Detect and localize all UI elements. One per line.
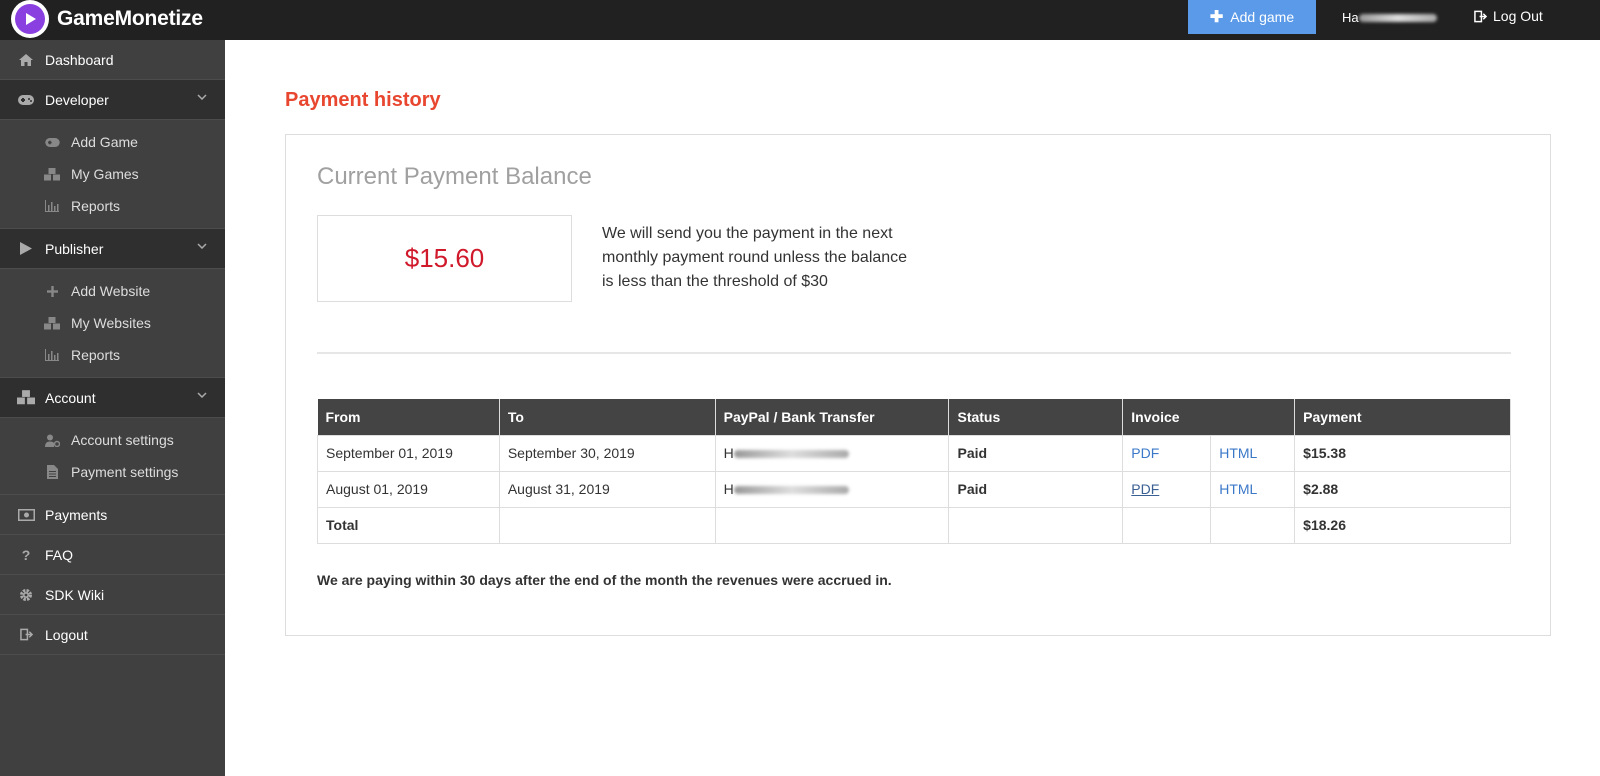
cell-to: September 30, 2019 (498, 434, 716, 472)
cell-to: August 31, 2019 (498, 470, 716, 508)
redacted-name (1358, 13, 1437, 22)
table-row: August 01, 2019 August 31, 2019 H Paid P… (317, 470, 1511, 508)
sign-out-icon (17, 628, 35, 641)
column-header-payment: Payment (1294, 399, 1511, 435)
chevron-down-icon (197, 243, 207, 249)
balance-amount: $15.60 (404, 243, 485, 273)
gear-icon (17, 588, 35, 602)
user-name[interactable]: Ha (1342, 10, 1437, 25)
balance-amount-box: $15.60 (317, 215, 572, 302)
sidebar-item-account[interactable]: Account (0, 378, 225, 418)
sidebar-item-payments[interactable]: Payments (0, 495, 225, 535)
cubes-icon (43, 316, 61, 330)
cell-status: Paid (948, 470, 1124, 508)
cell-from: September 01, 2019 (317, 434, 500, 472)
table-header-row: From To PayPal / Bank Transfer Status In… (317, 399, 1511, 435)
cubes-icon (43, 167, 61, 181)
sidebar-item-pub-reports[interactable]: Reports (0, 339, 225, 371)
sidebar-item-developer[interactable]: Developer (0, 80, 225, 120)
redacted-account (733, 450, 849, 459)
cell-invoice-pdf: PDF (1122, 470, 1212, 508)
cell-invoice-pdf: PDF (1122, 434, 1212, 472)
home-icon (17, 53, 35, 66)
payment-panel: Current Payment Balance $15.60 We will s… (285, 134, 1551, 636)
plus-icon (43, 285, 61, 297)
table-total-row: Total $18.26 (317, 506, 1511, 544)
cell-from: August 01, 2019 (317, 470, 500, 508)
invoice-html-link[interactable]: HTML (1219, 481, 1257, 497)
top-bar: GameMonetize ✚ Add game Ha Log Out (0, 0, 1600, 40)
cubes-icon (17, 390, 35, 405)
column-header-to: To (499, 399, 716, 435)
bar-chart-icon (43, 200, 61, 212)
balance-note: We will send you the payment in the next… (602, 225, 908, 290)
publisher-submenu: Add Website My Websites Reports (0, 269, 225, 378)
cell-status: Paid (948, 434, 1124, 472)
logo-text: GameMonetize (57, 7, 203, 30)
sidebar-item-add-game[interactable]: Add Game (0, 126, 225, 158)
sidebar-item-my-websites[interactable]: My Websites (0, 307, 225, 339)
divider (317, 352, 1511, 354)
logo-icon (11, 0, 49, 38)
cell-total-payment: $18.26 (1294, 506, 1511, 544)
invoice-pdf-link[interactable]: PDF (1131, 481, 1159, 497)
sidebar-item-publisher[interactable]: Publisher (0, 229, 225, 269)
question-icon: ? (21, 546, 31, 563)
table-row: September 01, 2019 September 30, 2019 H … (317, 434, 1511, 472)
play-icon (17, 242, 35, 255)
sidebar: Dashboard Developer Add Game My Games Re… (0, 40, 225, 776)
developer-submenu: Add Game My Games Reports (0, 120, 225, 229)
logo[interactable]: GameMonetize (11, 0, 203, 38)
payment-history-table: From To PayPal / Bank Transfer Status In… (317, 399, 1511, 544)
column-header-from: From (317, 399, 500, 435)
add-game-button[interactable]: ✚ Add game (1188, 0, 1316, 34)
sidebar-item-sdk-wiki[interactable]: SDK Wiki (0, 575, 225, 615)
sidebar-item-account-settings[interactable]: Account settings (0, 424, 225, 456)
column-header-account: PayPal / Bank Transfer (715, 399, 950, 435)
account-submenu: Account settings Payment settings (0, 418, 225, 495)
bar-chart-icon (43, 349, 61, 361)
document-icon (43, 465, 61, 479)
balance-heading: Current Payment Balance (317, 163, 592, 190)
page-title: Payment history (285, 89, 441, 111)
cell-payment: $15.38 (1294, 434, 1511, 472)
cell-account: H (714, 470, 950, 508)
column-header-status: Status (948, 399, 1124, 435)
chevron-down-icon (197, 94, 207, 100)
redacted-account (733, 486, 849, 495)
gamepad-icon (43, 137, 61, 147)
cell-invoice-html: HTML (1210, 434, 1296, 472)
chevron-down-icon (197, 392, 207, 398)
sign-out-icon (1474, 10, 1487, 22)
invoice-pdf-link[interactable]: PDF (1131, 445, 1159, 461)
payment-note: We are paying within 30 days after the e… (317, 572, 892, 588)
cell-total-label: Total (317, 506, 500, 544)
sidebar-item-dashboard[interactable]: Dashboard (0, 40, 225, 80)
cell-payment: $2.88 (1294, 470, 1511, 508)
user-gear-icon (43, 434, 61, 447)
cell-account: H (714, 434, 950, 472)
sidebar-item-my-games[interactable]: My Games (0, 158, 225, 190)
sidebar-item-faq[interactable]: ? FAQ (0, 535, 225, 575)
sidebar-item-add-website[interactable]: Add Website (0, 275, 225, 307)
invoice-html-link[interactable]: HTML (1219, 445, 1257, 461)
sidebar-item-logout[interactable]: Logout (0, 615, 225, 655)
logout-top-button[interactable]: Log Out (1474, 8, 1543, 24)
column-header-invoice: Invoice (1122, 399, 1296, 435)
gamepad-icon (17, 94, 35, 105)
plus-icon: ✚ (1209, 9, 1224, 26)
sidebar-item-dev-reports[interactable]: Reports (0, 190, 225, 222)
cell-invoice-html: HTML (1210, 470, 1296, 508)
sidebar-item-payment-settings[interactable]: Payment settings (0, 456, 225, 488)
add-game-label: Add game (1230, 9, 1295, 25)
money-icon (17, 508, 35, 521)
